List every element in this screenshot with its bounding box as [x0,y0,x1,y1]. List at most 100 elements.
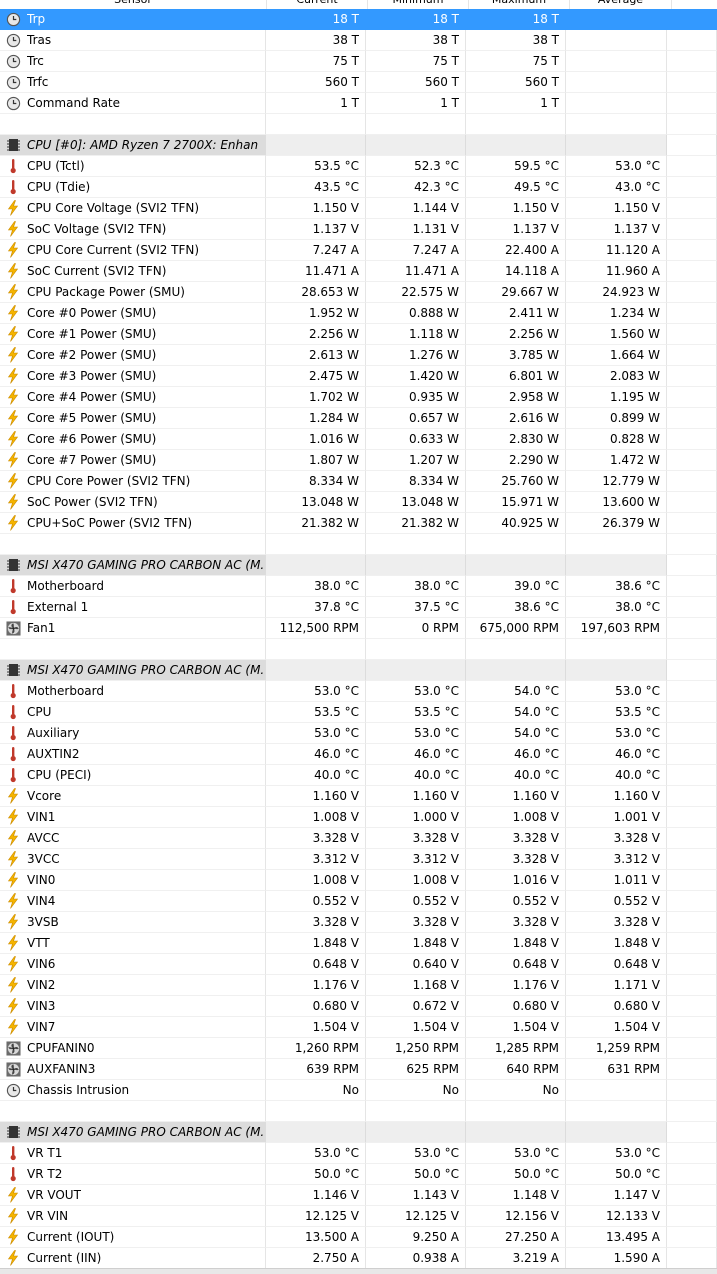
sensor-row[interactable]: AUXFANIN3 639 RPM 625 RPM 640 RPM 631 RPM [0,1059,717,1080]
sensor-row[interactable]: SoC Current (SVI2 TFN) 11.471 A 11.471 A 14… [0,261,717,282]
sensor-row[interactable]: CPU+SoC Power (SVI2 TFN) 21.382 W 21.382 W… [0,513,717,534]
maximum-value: 0.552 V [466,891,566,912]
sensor-row[interactable]: Chassis Intrusion No No No [0,1080,717,1101]
column-header-average[interactable]: Average [570,0,672,9]
sensor-row[interactable]: AVCC 3.328 V 3.328 V 3.328 V 3.328 V [0,828,717,849]
sensor-row[interactable]: VIN2 1.176 V 1.168 V 1.176 V 1.171 V [0,975,717,996]
empty-cell [0,1101,266,1122]
sensor-name-cell: CPU Core Voltage (SVI2 TFN) [0,198,266,219]
sensor-row[interactable]: Trfc 560 T 560 T 560 T [0,72,717,93]
sensor-row[interactable]: Tras 38 T 38 T 38 T [0,30,717,51]
sensor-row[interactable]: Core #5 Power (SMU) 1.284 W 0.657 W 2.616 W… [0,408,717,429]
sensor-row[interactable]: Motherboard 53.0 °C 53.0 °C 54.0 °C 53.0 °C [0,681,717,702]
column-header-minimum[interactable]: Minimum [368,0,469,9]
sensor-group-header[interactable]: MSI X470 GAMING PRO CARBON AC (M... [0,660,717,681]
sensor-row[interactable]: CPU (PECI) 40.0 °C 40.0 °C 40.0 °C 40.0 °C [0,765,717,786]
spacer-row [0,114,717,135]
sensor-row-selected[interactable]: Trp 18 T 18 T 18 T [0,9,717,30]
empty-cell [667,681,717,702]
sensor-row[interactable]: VR T1 53.0 °C 53.0 °C 53.0 °C 53.0 °C [0,1143,717,1164]
sensor-row[interactable]: Core #4 Power (SMU) 1.702 W 0.935 W 2.958 W… [0,387,717,408]
sensor-row[interactable]: 3VCC 3.312 V 3.312 V 3.328 V 3.312 V [0,849,717,870]
sensor-row[interactable]: VIN7 1.504 V 1.504 V 1.504 V 1.504 V [0,1017,717,1038]
sensor-row[interactable]: Core #0 Power (SMU) 1.952 W 0.888 W 2.411 W… [0,303,717,324]
current-value: 7.247 A [266,240,366,261]
sensor-row[interactable]: Core #2 Power (SMU) 2.613 W 1.276 W 3.785 W… [0,345,717,366]
sensor-row[interactable]: CPU Core Voltage (SVI2 TFN) 1.150 V 1.144 … [0,198,717,219]
sensor-row[interactable]: VIN3 0.680 V 0.672 V 0.680 V 0.680 V [0,996,717,1017]
sensor-row[interactable]: SoC Voltage (SVI2 TFN) 1.137 V 1.131 V 1.13… [0,219,717,240]
sensor-row[interactable]: VIN1 1.008 V 1.000 V 1.008 V 1.001 V [0,807,717,828]
sensor-name: CPU Core Voltage (SVI2 TFN) [27,201,200,215]
group-name: MSI X470 GAMING PRO CARBON AC (M... [27,663,265,677]
column-header-sensor[interactable]: Sensor [0,0,267,9]
average-value: 0.552 V [566,891,667,912]
sensor-row[interactable]: Core #3 Power (SMU) 2.475 W 1.420 W 6.801 W… [0,366,717,387]
sensor-row[interactable]: CPU (Tctl) 53.5 °C 52.3 °C 59.5 °C 53.0 °C [0,156,717,177]
sensor-row[interactable]: Auxiliary 53.0 °C 53.0 °C 54.0 °C 53.0 °C [0,723,717,744]
sensor-row[interactable]: External 1 37.8 °C 37.5 °C 38.6 °C 38.0 °C [0,597,717,618]
sensor-name: Chassis Intrusion [27,1083,130,1097]
maximum-value: 6.801 W [466,366,566,387]
sensor-row[interactable]: VTT 1.848 V 1.848 V 1.848 V 1.848 V [0,933,717,954]
sensor-row[interactable]: VR VOUT 1.146 V 1.143 V 1.148 V 1.147 V [0,1185,717,1206]
sensor-row[interactable]: CPU Core Current (SVI2 TFN) 7.247 A 7.247 … [0,240,717,261]
average-value [566,1080,667,1101]
sensor-row[interactable]: VIN4 0.552 V 0.552 V 0.552 V 0.552 V [0,891,717,912]
sensor-group-header[interactable]: MSI X470 GAMING PRO CARBON AC (M... [0,1122,717,1143]
empty-cell [667,408,717,429]
sensor-row[interactable]: Core #1 Power (SMU) 2.256 W 1.118 W 2.256 W… [0,324,717,345]
sensor-row[interactable]: CPU Core Power (SVI2 TFN) 8.334 W 8.334 W2… [0,471,717,492]
sensor-name: CPU Package Power (SMU) [27,285,185,299]
sensor-row[interactable]: Trc 75 T 75 T 75 T [0,51,717,72]
lightning-icon [5,1208,21,1224]
sensor-row[interactable]: VIN0 1.008 V 1.008 V 1.016 V 1.011 V [0,870,717,891]
sensor-row[interactable]: VIN6 0.648 V 0.640 V 0.648 V 0.648 V [0,954,717,975]
horizontal-scrollbar[interactable] [0,1268,717,1274]
column-header-maximum[interactable]: Maximum [469,0,570,9]
minimum-value: 1.143 V [366,1185,466,1206]
sensor-row[interactable]: Core #6 Power (SMU) 1.016 W 0.633 W 2.830 W… [0,429,717,450]
sensor-row[interactable]: Core #7 Power (SMU) 1.807 W 1.207 W 2.290 W… [0,450,717,471]
current-value: 13.048 W [266,492,366,513]
empty-cell [667,387,717,408]
sensor-row[interactable]: VR T2 50.0 °C 50.0 °C 50.0 °C 50.0 °C [0,1164,717,1185]
sensor-row[interactable]: 3VSB 3.328 V 3.328 V 3.328 V 3.328 V [0,912,717,933]
current-value: 1,260 RPM [266,1038,366,1059]
sensor-name: AUXTIN2 [27,747,80,761]
sensor-group-header[interactable]: CPU [#0]: AMD Ryzen 7 2700X: Enhan [0,135,717,156]
sensor-row[interactable]: Fan1 112,500 RPM 0 RPM 675,000 RPM 197,603 R… [0,618,717,639]
sensor-row[interactable]: Motherboard 38.0 °C 38.0 °C 39.0 °C 38.6 °C [0,576,717,597]
empty-cell [667,639,717,660]
sensor-name: CPU (PECI) [27,768,92,782]
sensor-name: VIN4 [27,894,56,908]
empty-cell [366,1122,466,1143]
sensor-row[interactable]: Current (IIN) 2.750 A 0.938 A 3.219 A 1.590 … [0,1248,717,1269]
minimum-value: 0.633 W [366,429,466,450]
empty-cell [667,303,717,324]
current-value: 12.125 V [266,1206,366,1227]
sensor-row[interactable]: Vcore 1.160 V 1.160 V 1.160 V 1.160 V [0,786,717,807]
group-label-cell: MSI X470 GAMING PRO CARBON AC (M... [0,555,266,576]
empty-cell [667,534,717,555]
sensor-row[interactable]: AUXTIN2 46.0 °C 46.0 °C 46.0 °C 46.0 °C [0,744,717,765]
current-value: 43.5 °C [266,177,366,198]
sensor-row[interactable]: CPU (Tdie) 43.5 °C 42.3 °C 49.5 °C 43.0 °C [0,177,717,198]
average-value: 197,603 RPM [566,618,667,639]
sensor-row[interactable]: CPU 53.5 °C 53.5 °C 54.0 °C 53.5 °C [0,702,717,723]
sensor-name-cell: Motherboard [0,681,266,702]
sensor-row[interactable]: VR VIN 12.125 V 12.125 V 12.156 V 12.133 V [0,1206,717,1227]
sensor-row[interactable]: Current (IOUT) 13.500 A 9.250 A 27.250 A 13.… [0,1227,717,1248]
maximum-value: 40.0 °C [466,765,566,786]
average-value: 12.779 W [566,471,667,492]
average-value [566,51,667,72]
sensor-row[interactable]: CPU Package Power (SMU) 28.653 W 22.575 W2… [0,282,717,303]
sensor-group-header[interactable]: MSI X470 GAMING PRO CARBON AC (M... [0,555,717,576]
sensor-row[interactable]: CPUFANIN0 1,260 RPM 1,250 RPM 1,285 RPM 1,25… [0,1038,717,1059]
empty-cell [667,1185,717,1206]
column-header-current[interactable]: Current [267,0,368,9]
sensor-row[interactable]: Command Rate 1 T1 T1 T [0,93,717,114]
sensor-row[interactable]: SoC Power (SVI2 TFN) 13.048 W 13.048 W 15.9… [0,492,717,513]
sensor-name-cell: CPU [0,702,266,723]
sensor-name-cell: SoC Power (SVI2 TFN) [0,492,266,513]
